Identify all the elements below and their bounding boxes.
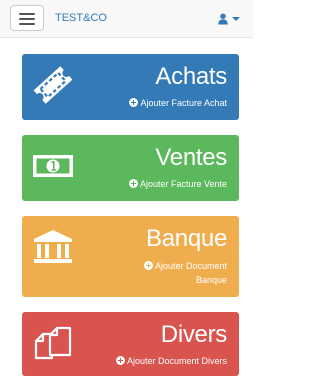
add-document-misc-link[interactable]: Ajouter Document Divers: [115, 354, 227, 368]
action-label: Ajouter Facture Vente: [139, 179, 227, 189]
action-label: Ajouter Document Banque: [154, 261, 227, 285]
user-icon: [218, 13, 228, 25]
add-invoice-purchase-link[interactable]: Ajouter Facture Achat: [129, 96, 227, 110]
action-label: Ajouter Document Divers: [126, 356, 227, 366]
ventes-tile[interactable]: Ventes Ajouter Facture Vente: [22, 135, 239, 201]
tile-title: Divers: [160, 321, 228, 348]
tile-title: Banque: [146, 225, 227, 252]
caret-down-icon: [232, 17, 240, 21]
plus-circle-icon: [143, 261, 153, 270]
user-menu-dropdown[interactable]: [218, 12, 242, 26]
tile-title: Achats: [155, 63, 227, 90]
hamburger-icon-bar: [19, 23, 35, 25]
plus-circle-icon: [129, 98, 139, 107]
tile-title: Ventes: [155, 144, 227, 171]
money-icon: [33, 155, 73, 177]
divers-tile[interactable]: Divers Ajouter Document Divers: [22, 312, 239, 376]
plus-circle-icon: [115, 356, 125, 365]
files-icon: [34, 326, 72, 360]
banque-tile[interactable]: Banque Ajouter Document Banque: [22, 216, 239, 297]
achats-tile[interactable]: Achats Ajouter Facture Achat: [22, 54, 239, 120]
action-label: Ajouter Facture Achat: [140, 98, 227, 108]
add-document-bank-link[interactable]: Ajouter Document Banque: [117, 259, 227, 287]
navbar: TEST&CO: [0, 0, 253, 38]
hamburger-icon-bar: [19, 18, 35, 20]
plus-circle-icon: [128, 179, 138, 188]
menu-toggle-button[interactable]: [10, 5, 44, 31]
brand-link[interactable]: TEST&CO: [55, 12, 107, 25]
add-invoice-sale-link[interactable]: Ajouter Facture Vente: [128, 177, 227, 191]
bank-icon: [34, 230, 72, 263]
hamburger-icon: [19, 13, 35, 15]
ticket-icon: [33, 66, 73, 104]
